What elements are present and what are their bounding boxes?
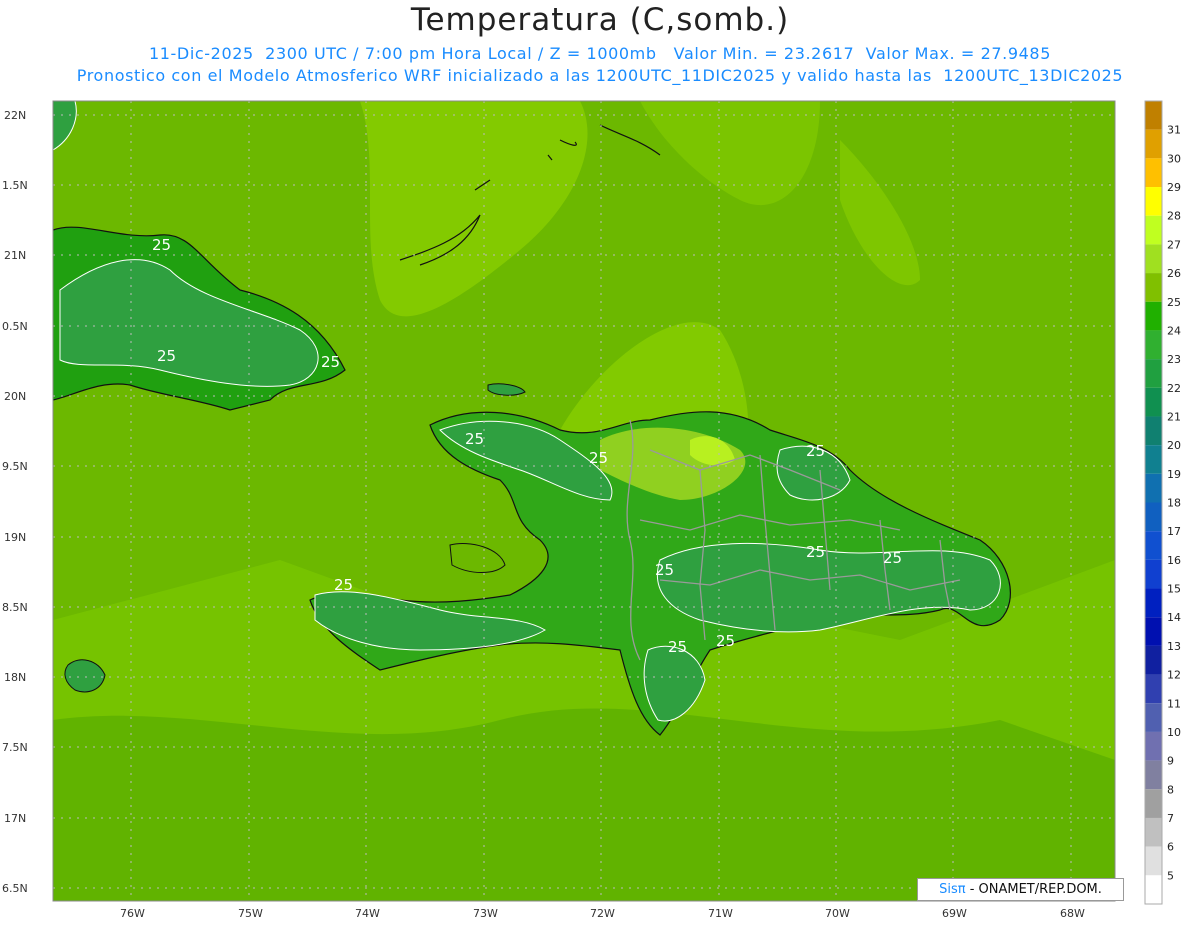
- lat-label: 7.5N: [2, 741, 28, 754]
- colorbar-label: 20: [1167, 439, 1181, 452]
- colorbar-label: 24: [1167, 324, 1181, 337]
- lat-label: 22N: [4, 109, 26, 122]
- latitude-axis: 22N 1.5N 21N 0.5N 20N 9.5N 19N 8.5N 18N …: [2, 109, 28, 895]
- colorbar-swatch: [1145, 760, 1162, 790]
- colorbar-swatch: [1145, 244, 1162, 274]
- lon-label: 76W: [120, 907, 145, 920]
- colorbar-swatch: [1145, 703, 1162, 732]
- colorbar-swatch: [1145, 731, 1162, 761]
- temperature-map: 25 25 25 25 25 25 25 25 25 25 25 25 22N …: [2, 100, 1181, 920]
- lat-label: 21N: [4, 249, 26, 262]
- contour-label: 25: [321, 353, 340, 371]
- colorbar-swatch: [1145, 301, 1162, 331]
- colorbar-label: 26: [1167, 267, 1181, 280]
- contour-label: 25: [334, 576, 353, 594]
- colorbar-label: 9: [1167, 755, 1174, 768]
- colorbar-label: 18: [1167, 497, 1181, 510]
- colorbar-label: 6: [1167, 841, 1174, 854]
- contour-label: 25: [668, 638, 687, 656]
- temperature-colorbar: 31 30 29 28 27 26 25 24 23 22 21 20 19 18 17 16 15 14 13 12…: [1144, 100, 1181, 905]
- colorbar-swatch: [1145, 531, 1162, 560]
- lat-label: 6.5N: [2, 882, 28, 895]
- colorbar-swatch: [1145, 789, 1162, 818]
- lat-label: 17N: [4, 812, 26, 825]
- colorbar-swatch: [1145, 273, 1162, 302]
- colorbar-swatch: [1145, 101, 1162, 130]
- contour-label: 25: [465, 430, 484, 448]
- contour-label: 25: [806, 543, 825, 561]
- colorbar-swatch: [1145, 817, 1162, 847]
- colorbar-label: 7: [1167, 812, 1174, 825]
- colorbar-label: 21: [1167, 410, 1181, 423]
- sispi-logo: Sisπ: [939, 882, 966, 897]
- southern-cool-band: [53, 708, 1115, 901]
- colorbar-label: 19: [1167, 468, 1181, 481]
- lon-label: 69W: [942, 907, 967, 920]
- colorbar-swatch: [1145, 387, 1162, 417]
- colorbar-label: 11: [1167, 697, 1181, 710]
- colorbar-label: 8: [1167, 783, 1174, 796]
- credit-box: Sisπ - ONAMET/REP.DOM.: [917, 878, 1124, 901]
- lat-label: 0.5N: [2, 320, 28, 333]
- colorbar-label: 27: [1167, 238, 1181, 251]
- lat-label: 18N: [4, 671, 26, 684]
- colorbar-label: 13: [1167, 640, 1181, 653]
- colorbar-swatch: [1145, 473, 1162, 503]
- colorbar-label: 30: [1167, 152, 1181, 165]
- lat-label: 8.5N: [2, 601, 28, 614]
- colorbar-swatch: [1145, 359, 1162, 388]
- lat-label: 19N: [4, 531, 26, 544]
- colorbar-swatch: [1145, 330, 1162, 360]
- colorbar-swatch: [1145, 158, 1162, 188]
- colorbar-label: 16: [1167, 554, 1181, 567]
- colorbar-swatch: [1145, 187, 1162, 216]
- lon-label: 70W: [825, 907, 850, 920]
- colorbar-swatch: [1145, 129, 1162, 159]
- credit-text: - ONAMET/REP.DOM.: [965, 882, 1102, 897]
- contour-label: 25: [883, 549, 902, 567]
- colorbar-label: 14: [1167, 611, 1181, 624]
- longitude-axis: 76W 75W 74W 73W 72W 71W 70W 69W 68W: [120, 907, 1085, 920]
- colorbar-label: 17: [1167, 525, 1181, 538]
- colorbar-swatch: [1145, 645, 1162, 675]
- colorbar-label: 10: [1167, 726, 1181, 739]
- colorbar-swatch: [1145, 846, 1162, 876]
- lon-label: 75W: [238, 907, 263, 920]
- colorbar-swatch: [1145, 617, 1162, 646]
- colorbar-swatch: [1145, 502, 1162, 532]
- colorbar-swatch: [1145, 559, 1162, 589]
- colorbar-label: 25: [1167, 296, 1181, 309]
- colorbar-label: 22: [1167, 382, 1181, 395]
- colorbar-label: 5: [1167, 869, 1174, 882]
- colorbar-swatch: [1145, 588, 1162, 618]
- colorbar-swatch: [1145, 674, 1162, 704]
- lat-label: 9.5N: [2, 460, 28, 473]
- colorbar-swatch: [1145, 445, 1162, 474]
- colorbar-swatch: [1145, 416, 1162, 446]
- colorbar-label: 12: [1167, 669, 1181, 682]
- colorbar-swatch: [1145, 215, 1162, 245]
- colorbar-swatch: [1145, 875, 1162, 904]
- contour-label: 25: [716, 632, 735, 650]
- contour-label: 25: [655, 561, 674, 579]
- colorbar-label: 15: [1167, 583, 1181, 596]
- colorbar-label: 23: [1167, 353, 1181, 366]
- lat-label: 20N: [4, 390, 26, 403]
- lon-label: 72W: [590, 907, 615, 920]
- colorbar-label: 28: [1167, 210, 1181, 223]
- contour-label: 25: [806, 442, 825, 460]
- colorbar-label: 31: [1167, 124, 1181, 137]
- lon-label: 73W: [473, 907, 498, 920]
- lat-label: 1.5N: [2, 179, 28, 192]
- contour-label: 25: [589, 449, 608, 467]
- colorbar-label: 29: [1167, 181, 1181, 194]
- contour-label: 25: [152, 236, 171, 254]
- lon-label: 74W: [355, 907, 380, 920]
- lon-label: 68W: [1060, 907, 1085, 920]
- lon-label: 71W: [708, 907, 733, 920]
- contour-label: 25: [157, 347, 176, 365]
